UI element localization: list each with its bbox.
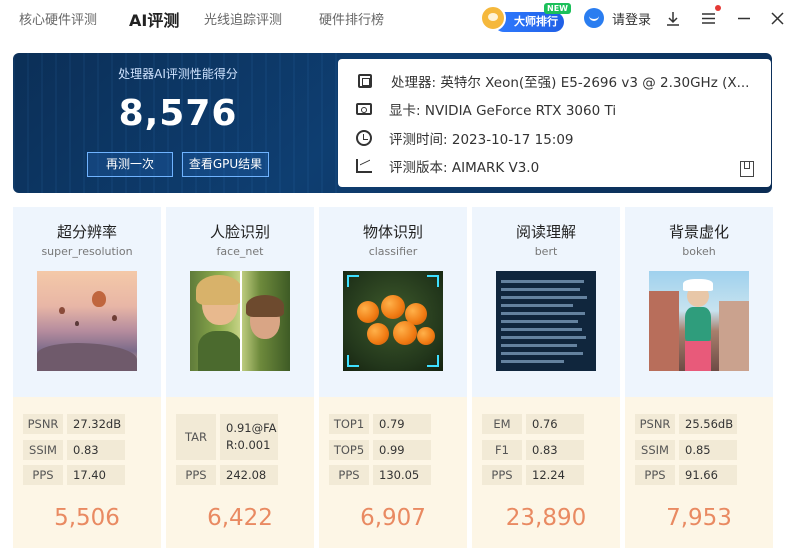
minimize-icon[interactable] [735,9,753,27]
metric-row: PPS 91.66 [635,465,737,485]
top-nav: 核心硬件评测 AI评测 光线追踪评测 硬件排行榜 大师排行 NEW 请登录 [0,0,789,38]
tab-ray-tracing[interactable]: 光线追踪评测 [204,9,282,28]
menu-icon[interactable] [699,9,717,27]
gpu-row: 显卡: NVIDIA GeForce RTX 3060 Ti [356,99,616,119]
test-title: 超分辨率 [56,223,117,241]
cpu-row: 处理器: 英特尔 Xeon(至强) E5-2696 v3 @ 2.30GHz (… [356,71,749,91]
close-icon[interactable] [768,9,786,27]
test-title: 人脸识别 [209,223,270,241]
test-score: 7,953 [666,505,732,531]
login-label: 请登录 [612,12,652,28]
gpu-label: 显卡: [389,103,421,119]
metric-row: PPS 242.08 [176,465,278,485]
test-card-super-resolution: 超分辨率 super_resolution PSNR 27.32dB SSIM … [13,207,161,548]
version-row: 评测版本: AIMARK V3.0 [356,156,539,176]
metric-row: PSNR 27.32dB [23,414,125,434]
time-label: 评测时间: [389,132,448,148]
version-label: 评测版本: [389,160,448,176]
cpu-value: 英特尔 Xeon(至强) E5-2696 v3 @ 2.30GHz (X... [440,75,750,91]
version-value: AIMARK V3.0 [451,160,540,176]
metric-row: EM 0.76 [482,414,584,434]
gpu-icon [356,103,372,115]
test-score: 6,907 [360,505,426,531]
new-badge: NEW [544,3,571,14]
score-title: 处理器AI评测性能得分 [118,67,238,81]
metric-row: PPS 12.24 [482,465,584,485]
test-subtitle: bokeh [682,245,716,258]
test-title: 背景虚化 [668,223,729,241]
metric-row: PPS 17.40 [23,465,125,485]
metric-row: SSIM 0.83 [23,440,125,460]
metric-row: TAR 0.91@FAR:0.001 [176,414,278,460]
login-button[interactable]: 请登录 [584,8,651,28]
test-subtitle: super_resolution [41,245,133,258]
metric-row: PPS 130.05 [329,465,431,485]
test-subtitle: bert [534,245,558,258]
metric-row: SSIM 0.85 [635,440,737,460]
orange-image [343,271,443,371]
summary-banner: 处理器AI评测性能得分 8,576 再测一次 查看GPU结果 处理器: 英特尔 … [13,53,772,193]
test-subtitle: face_net [216,245,264,258]
download-icon[interactable] [664,9,682,27]
time-row: 评测时间: 2023-10-17 15:09 [356,128,574,148]
tab-core-hardware[interactable]: 核心硬件评测 [19,9,97,28]
test-card-face-net: 人脸识别 face_net TAR 0.91@FAR:0.001 PPS 242… [166,207,314,548]
cpu-label: 处理器: [391,75,437,91]
app-window: 核心硬件评测 AI评测 光线追踪评测 硬件排行榜 大师排行 NEW 请登录 处理… [0,0,789,548]
test-title: 物体识别 [362,223,423,241]
gpu-value: NVIDIA GeForce RTX 3060 Ti [424,103,617,119]
bookmark-icon[interactable] [740,161,754,177]
tab-ai-test[interactable]: AI评测 [129,7,179,31]
user-avatar-icon [584,8,604,28]
clock-icon [356,130,372,146]
tab-hardware-ranking[interactable]: 硬件排行榜 [319,9,384,28]
metric-row: F1 0.83 [482,440,584,460]
gpu-result-button[interactable]: 查看GPU结果 [182,152,269,177]
test-title: 阅读理解 [515,223,576,241]
test-score: 6,422 [207,505,273,531]
balloon-image [37,271,137,371]
metric-row: PSNR 25.56dB [635,414,737,434]
test-subtitle: classifier [368,245,418,258]
test-score: 23,890 [505,505,587,531]
text-passage-image [496,271,596,371]
metric-row: TOP1 0.79 [329,414,431,434]
face-image [190,271,290,371]
master-rank-button[interactable]: 大师排行 NEW [478,3,571,32]
chart-icon [356,159,372,173]
notification-dot [715,5,721,11]
metric-row: TOP5 0.99 [329,440,431,460]
test-card-classifier: 物体识别 classifier TOP1 0.79 TOP5 0.99 PPS … [319,207,467,548]
test-card-bokeh: 背景虚化 bokeh PSNR 25.56dB SSIM 0.85 PPS 91… [625,207,773,548]
cpu-icon [358,74,372,88]
total-score: 8,576 [118,93,238,134]
device-info-card: 处理器: 英特尔 Xeon(至强) E5-2696 v3 @ 2.30GHz (… [338,59,771,187]
test-card-bert: 阅读理解 bert EM 0.76 F1 0.83 PPS 12.24 23,8… [472,207,620,548]
test-score: 5,506 [54,505,120,531]
time-value: 2023-10-17 15:09 [451,132,574,148]
retest-button[interactable]: 再测一次 [87,152,173,177]
mascot-icon [480,5,506,31]
bokeh-image [649,271,749,371]
